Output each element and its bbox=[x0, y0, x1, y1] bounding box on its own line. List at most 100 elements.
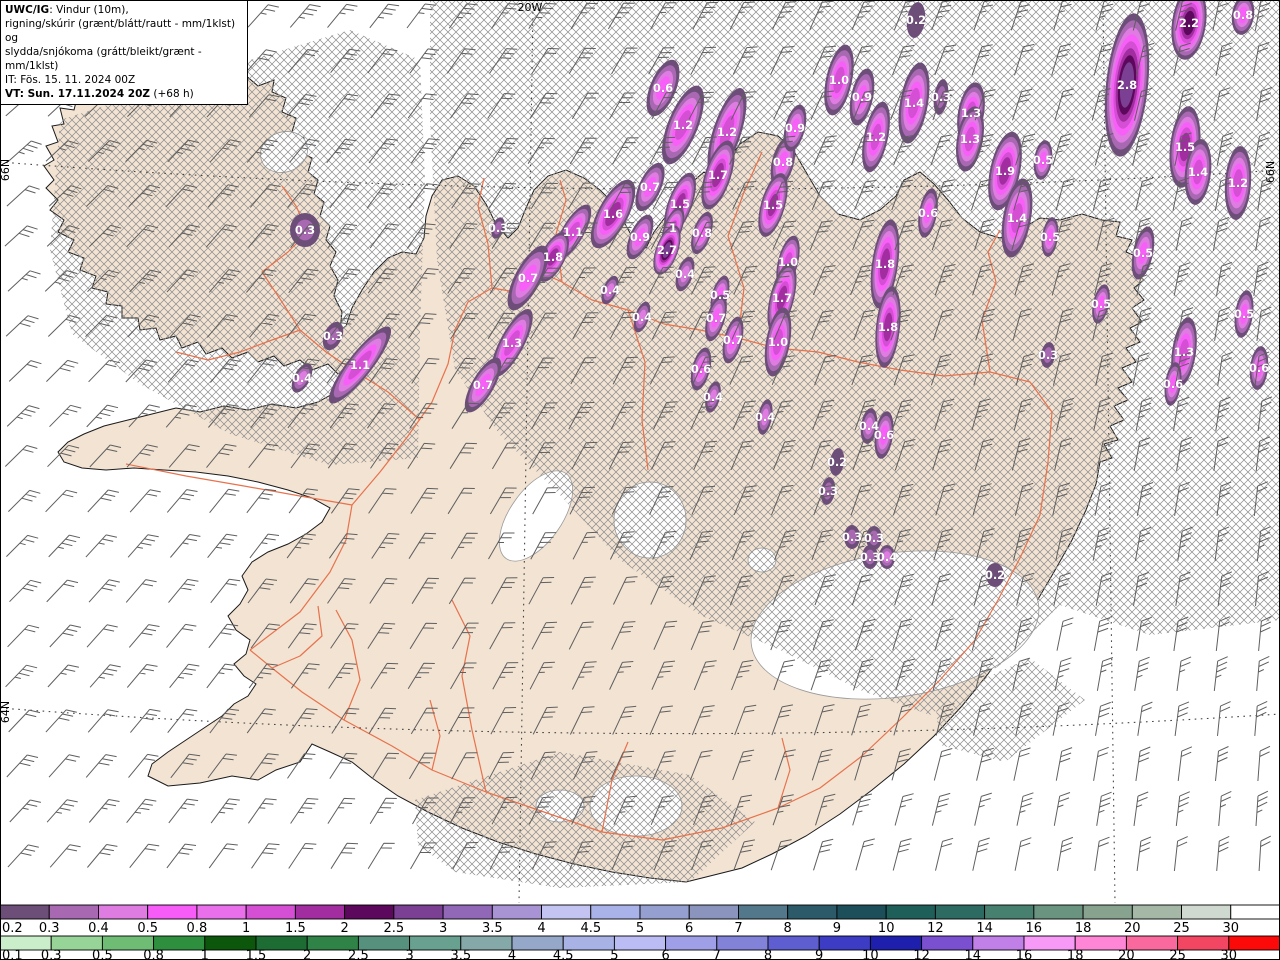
colorbar-segment bbox=[541, 904, 592, 920]
precip-value-label: 0.3 bbox=[488, 221, 508, 235]
colorbar-tick-label: 7 bbox=[734, 921, 742, 936]
colorbar-tick-label: 6 bbox=[661, 949, 669, 960]
precip-value-label: 1.3 bbox=[961, 106, 981, 120]
precip-value-label: 1.0 bbox=[768, 335, 788, 349]
colorbar-tick-label: 2.5 bbox=[383, 921, 404, 936]
precip-value-label: 0.6 bbox=[1163, 377, 1183, 391]
precip-value-label: 1.3 bbox=[502, 336, 522, 350]
colorbar-tick-label: 2 bbox=[303, 949, 311, 960]
precip-value-label: 0.4 bbox=[675, 267, 695, 281]
precip-value-label: 0.9 bbox=[852, 90, 872, 104]
colorbar-segment bbox=[767, 935, 820, 951]
colorbar-tick-label: 25 bbox=[1169, 949, 1186, 960]
colorbar-tick-label: 6 bbox=[685, 921, 693, 936]
precip-value-label: 0.3 bbox=[842, 530, 862, 544]
colorbar-tick-label: 8 bbox=[784, 921, 792, 936]
colorbar-tick-label: 16 bbox=[1016, 949, 1033, 960]
precip-value-label: 1.9 bbox=[995, 164, 1015, 178]
title-line-3: slydda/snjókoma (grátt/bleikt/grænt - mm… bbox=[5, 46, 202, 73]
colorbar-segment bbox=[1131, 904, 1182, 920]
precip-value-label: 1.0 bbox=[778, 255, 798, 269]
colorbar-tick-label: 9 bbox=[833, 921, 841, 936]
precip-value-label: 0.4 bbox=[703, 390, 723, 404]
precip-value-label: 0.5 bbox=[710, 288, 730, 302]
colorbar-tick-label: 9 bbox=[815, 949, 823, 960]
colorbar-tick-label: 20 bbox=[1118, 949, 1135, 960]
precip-value-label: 1.7 bbox=[708, 168, 728, 182]
colorbar-segment bbox=[885, 904, 936, 920]
colorbar-tick-label: 16 bbox=[1026, 921, 1043, 936]
precip-value-label: 0.2 bbox=[906, 13, 926, 27]
colorbar-tick-label: 0.3 bbox=[39, 921, 60, 936]
colorbar-segment bbox=[1033, 904, 1084, 920]
precip-value-label: 1.1 bbox=[350, 358, 370, 372]
title-line-4: IT: Fös. 15. 11. 2024 00Z bbox=[5, 74, 136, 87]
colorbar-tick-label: 5 bbox=[610, 949, 618, 960]
colorbar-segment bbox=[984, 904, 1035, 920]
title-box: UWC/IG: Vindur (10m), rigning/skúrir (gr… bbox=[0, 0, 248, 106]
precip-value-label: 1.1 bbox=[563, 225, 583, 239]
colorbar-segment bbox=[1082, 904, 1133, 920]
colorbar-segment bbox=[442, 904, 493, 920]
precip-value-label: 0.5 bbox=[1040, 230, 1060, 244]
colorbar-segment bbox=[1181, 904, 1232, 920]
colorbar-tick-label: 8 bbox=[764, 949, 772, 960]
colorbar-segment bbox=[613, 935, 667, 951]
colorbar-tick-label: 4.5 bbox=[553, 949, 574, 960]
colorbar-segment bbox=[934, 904, 986, 920]
precip-value-label: 1.4 bbox=[904, 96, 924, 110]
colorbar-tick-label: 7 bbox=[713, 949, 721, 960]
precip-value-label: 0.8 bbox=[773, 155, 793, 169]
precip-value-label: 0.5 bbox=[1033, 153, 1053, 167]
colorbar-segment bbox=[393, 904, 444, 920]
precip-value-label: 1.3 bbox=[960, 132, 980, 146]
precip-value-label: 1.2 bbox=[866, 130, 886, 144]
precip-value-label: 0.6 bbox=[653, 81, 673, 95]
colorbar-tick-label: 0.5 bbox=[92, 949, 113, 960]
graticule-label: 64N bbox=[0, 701, 12, 723]
precip-value-label: 0.8 bbox=[692, 226, 712, 240]
colorbar-segment bbox=[716, 935, 769, 951]
colorbar-tick-label: 4.5 bbox=[580, 921, 601, 936]
precip-value-label: 0.5 bbox=[1234, 307, 1254, 321]
precip-value-label: 0.9 bbox=[630, 230, 650, 244]
precip-value-label: 0.7 bbox=[723, 333, 743, 347]
weather-forecast-map: 20W 66N 64N 66N 0.6 1.2 1.2 1.7 0.8 0.9 0.7 1.6 1.5 1… bbox=[0, 0, 1280, 960]
colorbar-rain: 0.1 0.3 0.5 0.8 1 1.5 2 2.5 3 3.5 4 4.5 5 6 7 8 9 10 12 14 1… bbox=[0, 935, 1280, 960]
precip-value-label: 0.7 bbox=[518, 271, 538, 285]
precip-value-label: 2.2 bbox=[1179, 16, 1199, 30]
precip-value-label: 0.6 bbox=[1249, 361, 1269, 375]
colorbar-tick-label: 18 bbox=[1075, 921, 1092, 936]
precip-value-label: 1.7 bbox=[772, 291, 792, 305]
colorbar-tick-label: 18 bbox=[1067, 949, 1084, 960]
precip-value-label: 0.7 bbox=[640, 180, 660, 194]
precip-value-label: 1.5 bbox=[763, 198, 783, 212]
colorbar-tick-label: 0.8 bbox=[187, 921, 208, 936]
precip-value-label: 0.3 bbox=[864, 531, 884, 545]
precip-value-label: 0.6 bbox=[874, 428, 894, 442]
colorbar-tick-label: 14 bbox=[965, 949, 982, 960]
colorbar-segment bbox=[196, 904, 247, 920]
precip-value-label: 1.0 bbox=[829, 73, 849, 87]
colorbar-tick-label: 1 bbox=[242, 921, 250, 936]
precip-value-label: 1 bbox=[669, 221, 677, 235]
precip-value-label: 1.4 bbox=[1188, 165, 1208, 179]
colorbar-segment bbox=[48, 904, 99, 920]
colorbar-tick-label: 4 bbox=[537, 921, 545, 936]
precip-value-label: 1.2 bbox=[1228, 176, 1248, 190]
title-line-5: VT: Sun. 17.11.2024 20Z (+68 h) bbox=[5, 88, 194, 101]
colorbar-tick-label: 0.4 bbox=[88, 921, 109, 936]
precip-value-label: 0.3 bbox=[931, 90, 951, 104]
colorbar-tick-label: 0.2 bbox=[2, 921, 23, 936]
precip-value-label: 0.3 bbox=[323, 329, 343, 343]
precip-value-label: 0.6 bbox=[691, 362, 711, 376]
colorbar-segment bbox=[0, 904, 50, 920]
precip-value-label: 0.2 bbox=[985, 568, 1005, 582]
precip-value-label: 0.3 bbox=[295, 223, 315, 237]
colorbar-segment bbox=[344, 904, 395, 920]
colorbar-tick-label: 12 bbox=[913, 949, 930, 960]
precip-value-label: 0.6 bbox=[918, 206, 938, 220]
colorbar-tick-label: 12 bbox=[927, 921, 944, 936]
colorbar-tick-label: 20 bbox=[1124, 921, 1141, 936]
colorbar-segment bbox=[294, 904, 346, 920]
